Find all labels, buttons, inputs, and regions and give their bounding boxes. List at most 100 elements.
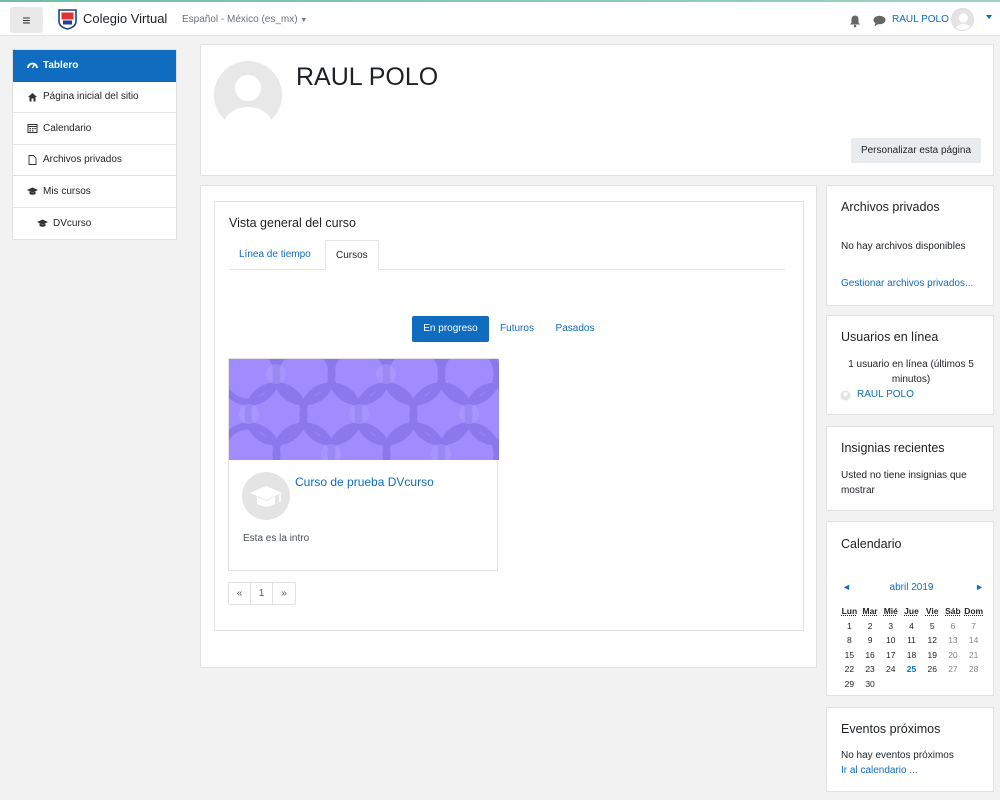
calendar-empty-cell bbox=[880, 677, 901, 692]
school-logo-icon[interactable] bbox=[57, 8, 78, 30]
calendar-empty-cell bbox=[943, 677, 964, 692]
calendar-day[interactable]: 13 bbox=[943, 633, 964, 648]
calendar-day[interactable]: 3 bbox=[880, 619, 901, 634]
calendar-day[interactable]: 19 bbox=[922, 648, 943, 663]
filter-future-button[interactable]: Futuros bbox=[495, 316, 539, 342]
overview-tabs: Línea de tiempo Cursos bbox=[229, 240, 785, 271]
user-menu-name[interactable]: RAUL POLO bbox=[892, 14, 949, 25]
top-navbar: ≡ Colegio Virtual Español - México (es_m… bbox=[0, 2, 1000, 36]
calendar-day-of-week: Sáb bbox=[945, 606, 961, 616]
calendar-day[interactable]: 11 bbox=[901, 633, 922, 648]
calendar-day[interactable]: 9 bbox=[860, 633, 881, 648]
course-overview-block: Vista general del curso Línea de tiempo … bbox=[214, 201, 804, 631]
calendar-day[interactable]: 28 bbox=[963, 662, 984, 677]
go-to-calendar-link[interactable]: Ir al calendario ... bbox=[841, 765, 918, 776]
calendar-day[interactable]: 12 bbox=[922, 633, 943, 648]
avatar-placeholder-icon bbox=[955, 13, 972, 30]
pagination-previous[interactable]: « bbox=[229, 583, 251, 604]
user-avatar[interactable] bbox=[214, 61, 282, 129]
calendar-day[interactable]: 8 bbox=[839, 633, 860, 648]
block-title: Vista general del curso bbox=[229, 216, 356, 230]
sidebar-item-my-courses[interactable]: Mis cursos bbox=[13, 176, 176, 208]
block-title: Insignias recientes bbox=[841, 441, 945, 455]
recent-badges-block: Insignias recientes Usted no tiene insig… bbox=[826, 426, 994, 511]
main-region: Vista general del curso Línea de tiempo … bbox=[200, 185, 817, 668]
calendar-empty-cell bbox=[901, 677, 922, 692]
site-name[interactable]: Colegio Virtual bbox=[83, 11, 167, 26]
sidebar-item-home[interactable]: Página inicial del sitio bbox=[13, 82, 176, 113]
calendar-day-of-week: Lun bbox=[841, 606, 858, 616]
filter-in-progress-button[interactable]: En progreso bbox=[412, 316, 489, 342]
calendar-day[interactable]: 20 bbox=[943, 648, 964, 663]
pagination-page-1[interactable]: 1 bbox=[251, 583, 273, 604]
customize-page-button[interactable]: Personalizar esta página bbox=[851, 138, 981, 163]
block-title: Calendario bbox=[841, 537, 902, 551]
online-users-block: Usuarios en línea 1 usuario en línea (úl… bbox=[826, 315, 994, 415]
sidebar-item-label: Página inicial del sitio bbox=[43, 91, 139, 103]
calendar-day[interactable]: 5 bbox=[922, 619, 943, 634]
empty-message: No hay eventos próximos bbox=[841, 750, 954, 761]
calendar-empty-cell bbox=[963, 677, 984, 692]
menu-toggle-button[interactable]: ≡ bbox=[10, 7, 43, 33]
nav-list: Tablero Página inicial del sitio Calenda… bbox=[12, 49, 177, 240]
sidebar-item-label: DVcurso bbox=[53, 217, 92, 229]
dashboard-icon bbox=[27, 62, 38, 69]
course-image[interactable] bbox=[229, 359, 499, 460]
pagination-next[interactable]: » bbox=[273, 583, 295, 604]
sidebar-item-calendar[interactable]: Calendario bbox=[13, 113, 176, 145]
sidebar-item-private-files[interactable]: Archivos privados bbox=[13, 145, 176, 176]
calendar-day[interactable]: 24 bbox=[880, 662, 901, 677]
calendar-block: Calendario ◄ abril 2019 ► Lun Mar Mié Jue Vi… bbox=[826, 521, 994, 696]
calendar-day[interactable]: 1 bbox=[839, 619, 860, 634]
empty-message: Usted no tiene insignias que mostrar bbox=[841, 470, 967, 496]
tab-courses[interactable]: Cursos bbox=[325, 240, 379, 271]
chevron-down-icon: ▼ bbox=[300, 17, 308, 24]
file-icon bbox=[28, 154, 37, 165]
pagination: « 1 » bbox=[228, 582, 296, 605]
user-avatar[interactable] bbox=[951, 8, 974, 31]
block-title: Archivos privados bbox=[841, 200, 940, 214]
calendar-day[interactable]: 26 bbox=[922, 662, 943, 677]
sidebar-item-label: Mis cursos bbox=[43, 185, 91, 197]
calendar-day[interactable]: 27 bbox=[943, 662, 964, 677]
calendar-header: ◄ abril 2019 ► bbox=[839, 580, 984, 598]
calendar-day[interactable]: 16 bbox=[860, 648, 881, 663]
calendar-month-link[interactable]: abril 2019 bbox=[839, 582, 984, 593]
calendar-day-of-week: Jue bbox=[904, 606, 919, 616]
filter-past-button[interactable]: Pasados bbox=[549, 316, 601, 342]
calendar-day[interactable]: 18 bbox=[901, 648, 922, 663]
next-month-icon[interactable]: ► bbox=[975, 582, 984, 592]
calendar-day[interactable]: 17 bbox=[880, 648, 901, 663]
online-users-summary: 1 usuario en línea (últimos 5 minutos) bbox=[848, 359, 974, 385]
bell-icon[interactable] bbox=[848, 14, 862, 28]
sidebar-item-dvcurso[interactable]: DVcurso bbox=[13, 208, 176, 240]
calendar-day-of-week: Mar bbox=[862, 606, 878, 616]
calendar-day[interactable]: 23 bbox=[860, 662, 881, 677]
language-selector[interactable]: Español - México (es_mx) ▼ bbox=[182, 14, 307, 25]
private-files-block: Archivos privados No hay archivos dispon… bbox=[826, 185, 994, 306]
calendar-day[interactable]: 21 bbox=[963, 648, 984, 663]
calendar-day[interactable]: 29 bbox=[839, 677, 860, 692]
calendar-day[interactable]: 22 bbox=[839, 662, 860, 677]
course-card: Curso de prueba DVcurso Esta es la intro bbox=[228, 358, 499, 571]
calendar-day[interactable]: 2 bbox=[860, 619, 881, 634]
calendar-day[interactable]: 25 bbox=[901, 662, 922, 677]
calendar-day[interactable]: 4 bbox=[901, 619, 922, 634]
tab-timeline[interactable]: Línea de tiempo bbox=[229, 240, 321, 270]
manage-private-files-link[interactable]: Gestionar archivos privados... bbox=[841, 278, 973, 289]
calendar-day[interactable]: 10 bbox=[880, 633, 901, 648]
calendar-empty-cell bbox=[922, 677, 943, 692]
calendar-day[interactable]: 14 bbox=[963, 633, 984, 648]
calendar-day[interactable]: 6 bbox=[943, 619, 964, 634]
language-label: Español - México (es_mx) bbox=[182, 14, 298, 25]
course-name-link[interactable]: Curso de prueba DVcurso bbox=[295, 475, 434, 489]
calendar-day[interactable]: 30 bbox=[860, 677, 881, 692]
chat-icon[interactable] bbox=[872, 14, 887, 28]
course-pattern-image bbox=[229, 359, 499, 460]
sidebar-item-dashboard[interactable]: Tablero bbox=[13, 50, 176, 82]
chevron-down-icon[interactable] bbox=[986, 15, 992, 19]
calendar-day[interactable]: 7 bbox=[963, 619, 984, 634]
calendar-day[interactable]: 15 bbox=[839, 648, 860, 663]
online-user-link[interactable]: RAUL POLO bbox=[857, 389, 914, 400]
calendar-day-of-week: Vie bbox=[925, 606, 939, 616]
